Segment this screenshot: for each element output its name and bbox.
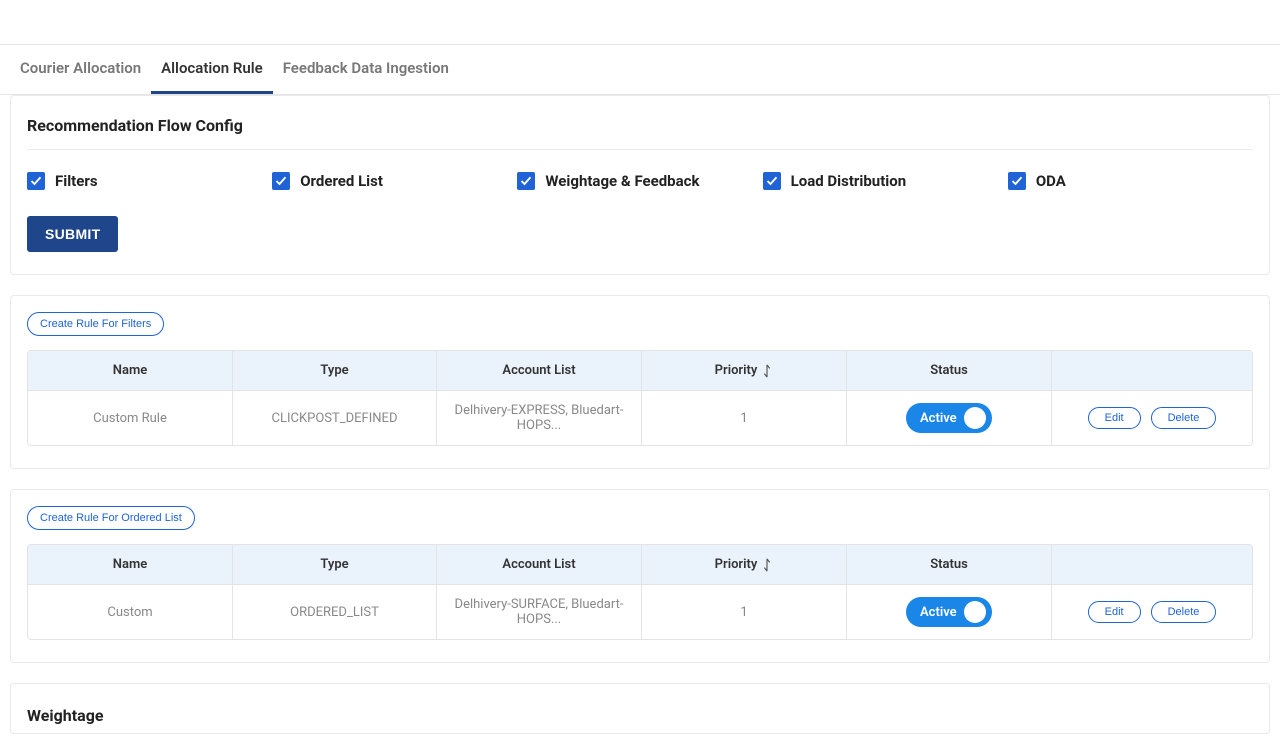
weightage-card: Weightage	[10, 683, 1270, 734]
checkbox-row: Filters Ordered List Weightage & Feedbac…	[27, 172, 1253, 190]
col-name: Name	[28, 545, 233, 584]
table-row: Custom ORDERED_LIST Delhivery-SURFACE, B…	[28, 584, 1252, 639]
cell-status: Active	[847, 390, 1052, 445]
checkbox-icon	[517, 172, 535, 190]
col-priority-label: Priority	[715, 557, 758, 572]
checkbox-icon	[27, 172, 45, 190]
table-header-row: Name Type Account List Priority Status	[28, 351, 1252, 390]
checkbox-load-distribution[interactable]: Load Distribution	[763, 172, 1008, 190]
config-title: Recommendation Flow Config	[27, 112, 1253, 150]
cell-status: Active	[847, 584, 1052, 639]
toggle-knob	[964, 601, 986, 623]
checkbox-label: Ordered List	[300, 172, 383, 190]
create-rule-filters-button[interactable]: Create Rule For Filters	[27, 312, 164, 336]
checkbox-label: ODA	[1036, 172, 1066, 190]
tab-courier-allocation[interactable]: Courier Allocation	[10, 45, 151, 94]
delete-button[interactable]: Delete	[1151, 407, 1217, 429]
edit-button[interactable]: Edit	[1088, 601, 1141, 623]
col-status: Status	[847, 351, 1052, 390]
cell-name: Custom Rule	[28, 390, 233, 445]
col-account-list: Account List	[437, 545, 642, 584]
status-label: Active	[920, 605, 957, 620]
cell-account-list: Delhivery-EXPRESS, Bluedart-HOPS...	[437, 390, 642, 445]
filters-rules-card: Create Rule For Filters Name Type Accoun…	[10, 295, 1270, 469]
col-priority-label: Priority	[715, 363, 758, 378]
col-actions	[1052, 545, 1252, 584]
checkbox-weightage-feedback[interactable]: Weightage & Feedback	[517, 172, 762, 190]
ordered-table: Name Type Account List Priority Status C…	[27, 544, 1253, 640]
top-bar	[0, 0, 1280, 45]
checkbox-oda[interactable]: ODA	[1008, 172, 1253, 190]
create-rule-ordered-button[interactable]: Create Rule For Ordered List	[27, 506, 195, 530]
cell-priority: 1	[642, 390, 847, 445]
sort-icon	[761, 558, 773, 572]
checkbox-icon	[1008, 172, 1026, 190]
table-header-row: Name Type Account List Priority Status	[28, 545, 1252, 584]
col-type: Type	[233, 545, 437, 584]
checkbox-label: Load Distribution	[791, 172, 907, 190]
checkbox-ordered-list[interactable]: Ordered List	[272, 172, 517, 190]
delete-button[interactable]: Delete	[1151, 601, 1217, 623]
cell-actions: Edit Delete	[1052, 390, 1252, 445]
cell-type: ORDERED_LIST	[233, 584, 437, 639]
checkbox-icon	[763, 172, 781, 190]
checkbox-label: Weightage & Feedback	[545, 172, 699, 190]
cell-name: Custom	[28, 584, 233, 639]
status-toggle[interactable]: Active	[906, 597, 992, 627]
table-row: Custom Rule CLICKPOST_DEFINED Delhivery-…	[28, 390, 1252, 445]
weightage-title: Weightage	[27, 700, 1253, 727]
checkbox-filters[interactable]: Filters	[27, 172, 272, 190]
tab-allocation-rule[interactable]: Allocation Rule	[151, 45, 273, 94]
config-card: Recommendation Flow Config Filters Order…	[10, 95, 1270, 275]
cell-actions: Edit Delete	[1052, 584, 1252, 639]
col-priority[interactable]: Priority	[642, 351, 847, 390]
checkbox-label: Filters	[55, 172, 98, 190]
toggle-knob	[964, 407, 986, 429]
sort-icon	[761, 364, 773, 378]
col-account-list: Account List	[437, 351, 642, 390]
tab-bar: Courier Allocation Allocation Rule Feedb…	[0, 45, 1280, 95]
status-toggle[interactable]: Active	[906, 403, 992, 433]
cell-priority: 1	[642, 584, 847, 639]
cell-type: CLICKPOST_DEFINED	[233, 390, 437, 445]
edit-button[interactable]: Edit	[1088, 407, 1141, 429]
col-priority[interactable]: Priority	[642, 545, 847, 584]
col-status: Status	[847, 545, 1052, 584]
col-type: Type	[233, 351, 437, 390]
submit-button[interactable]: SUBMIT	[27, 216, 118, 252]
ordered-rules-card: Create Rule For Ordered List Name Type A…	[10, 489, 1270, 663]
status-label: Active	[920, 411, 957, 426]
checkbox-icon	[272, 172, 290, 190]
tab-feedback-data-ingestion[interactable]: Feedback Data Ingestion	[273, 45, 459, 94]
filters-table: Name Type Account List Priority Status C…	[27, 350, 1253, 446]
cell-account-list: Delhivery-SURFACE, Bluedart-HOPS...	[437, 584, 642, 639]
col-actions	[1052, 351, 1252, 390]
col-name: Name	[28, 351, 233, 390]
